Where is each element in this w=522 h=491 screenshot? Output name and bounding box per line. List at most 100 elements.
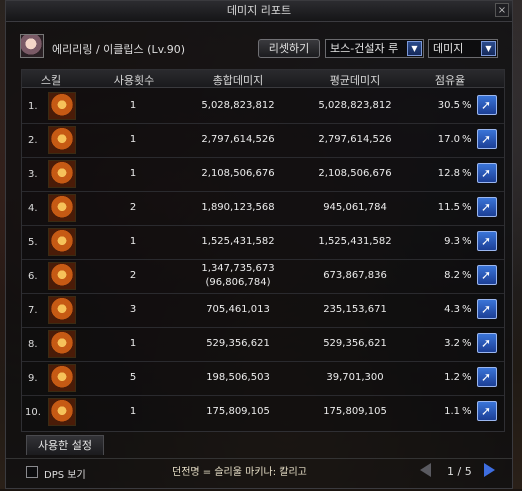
header-share: 점유율 [434,74,466,87]
close-button[interactable]: × [495,3,509,17]
header-average: 평균데미지 [329,74,381,87]
row-count: 1 [129,338,137,349]
next-page-icon[interactable] [484,463,495,477]
metric-select-value: 데미지 [433,42,464,55]
row-average: 39,701,300 [326,372,384,383]
skill-icon [48,194,76,222]
share-button[interactable]: ➚ [477,299,497,319]
header-skill: 스킬 [40,74,62,87]
metric-select[interactable]: 데미지 ▼ [428,39,498,58]
share-button[interactable]: ➚ [477,265,497,285]
dps-checkbox[interactable] [26,466,38,478]
row-percent-sign: % [462,270,472,281]
row-rank: 6. [28,271,38,282]
row-rank: 8. [28,339,38,350]
skill-icon [48,330,76,358]
share-icon: ➚ [481,336,492,350]
share-icon: ➚ [481,98,492,112]
row-rank: 4. [28,203,38,214]
row-total: 1,347,735,673 [201,263,275,274]
skill-icon [48,228,76,256]
row-average: 5,028,823,812 [318,100,392,111]
boss-select-value: 보스-건설자 루 [330,42,399,55]
row-percent-sign: % [462,134,472,145]
page-indicator: 1 / 5 [447,465,472,478]
row-average: 175,809,105 [323,406,387,417]
tab-used-settings[interactable]: 사용한 설정 [26,435,104,455]
row-rank: 9. [28,373,38,384]
table-row: 4. 2 1,890,123,568 945,061,784 11.5 % ➚ [22,191,504,226]
damage-report-window: 데미지 리포트 × 에리리링 / 이클립스 (Lv.90) 리셋하기 보스-건설… [5,0,513,489]
row-rank: 10. [25,407,41,418]
table-row: 9. 5 198,506,503 39,701,300 1.2 % ➚ [22,361,504,396]
header-total: 총합데미지 [212,74,264,87]
skill-icon [48,92,76,120]
row-average: 945,061,784 [323,202,387,213]
share-button[interactable]: ➚ [477,367,497,387]
skill-icon [48,160,76,188]
table-row: 5. 1 1,525,431,582 1,525,431,582 9.3 % ➚ [22,225,504,260]
row-count: 1 [129,134,137,145]
share-button[interactable]: ➚ [477,197,497,217]
share-icon: ➚ [481,234,492,248]
row-total: 2,797,614,526 [201,134,275,145]
row-percent-sign: % [462,202,472,213]
share-button[interactable]: ➚ [477,95,497,115]
row-total: 1,890,123,568 [201,202,275,213]
row-percent-sign: % [462,406,472,417]
row-count: 2 [129,270,137,281]
skill-icon [48,296,76,324]
skill-icon [48,364,76,392]
row-percent-sign: % [462,100,472,111]
share-button[interactable]: ➚ [477,163,497,183]
table-row: 3. 1 2,108,506,676 2,108,506,676 12.8 % … [22,157,504,192]
boss-select[interactable]: 보스-건설자 루 ▼ [325,39,424,58]
row-share: 12.8 [437,168,460,179]
share-button[interactable]: ➚ [477,231,497,251]
share-button[interactable]: ➚ [477,401,497,421]
footer-bar: DPS 보기 던전명 = 슬리울 마키나: 칼리고 1 / 5 [6,458,512,491]
window-title: 데미지 리포트 [226,4,292,17]
chevron-down-icon[interactable]: ▼ [407,41,422,56]
row-average: 529,356,621 [323,338,387,349]
share-icon: ➚ [481,404,492,418]
row-share: 30.5 [437,100,460,111]
skill-icon [48,262,76,290]
table-row: 1. 1 5,028,823,812 5,028,823,812 30.5 % … [22,89,504,124]
row-rank: 7. [28,305,38,316]
skill-icon [48,398,76,426]
share-icon: ➚ [481,302,492,316]
header-count: 사용횟수 [113,74,155,87]
share-icon: ➚ [481,166,492,180]
window-titlebar[interactable]: 데미지 리포트 × [6,1,512,22]
row-total: 5,028,823,812 [201,100,275,111]
row-count: 1 [129,100,137,111]
prev-page-icon[interactable] [420,463,431,477]
dps-label: DPS 보기 [44,470,86,481]
table-row: 2. 1 2,797,614,526 2,797,614,526 17.0 % … [22,123,504,158]
table-header: 스킬 사용횟수 총합데미지 평균데미지 점유율 [22,70,504,88]
share-icon: ➚ [481,132,492,146]
row-percent-sign: % [462,372,472,383]
table-row: 8. 1 529,356,621 529,356,621 3.2 % ➚ [22,327,504,362]
row-count: 3 [129,304,137,315]
row-rank: 3. [28,169,38,180]
table-row: 7. 3 705,461,013 235,153,671 4.3 % ➚ [22,293,504,328]
row-count: 1 [129,236,137,247]
share-button[interactable]: ➚ [477,129,497,149]
row-average: 235,153,671 [323,304,387,315]
row-percent-sign: % [462,236,472,247]
row-percent-sign: % [462,168,472,179]
row-count: 2 [129,202,137,213]
row-share: 11.5 [437,202,460,213]
row-average: 673,867,836 [323,270,387,281]
row-total: 175,809,105 [206,406,270,417]
row-total: 705,461,013 [206,304,270,315]
reset-button[interactable]: 리셋하기 [258,39,320,58]
chevron-down-icon[interactable]: ▼ [481,41,496,56]
share-button[interactable]: ➚ [477,333,497,353]
share-icon: ➚ [481,200,492,214]
row-percent-sign: % [462,338,472,349]
row-share: 3.2 [444,338,460,349]
row-total: 198,506,503 [206,372,270,383]
